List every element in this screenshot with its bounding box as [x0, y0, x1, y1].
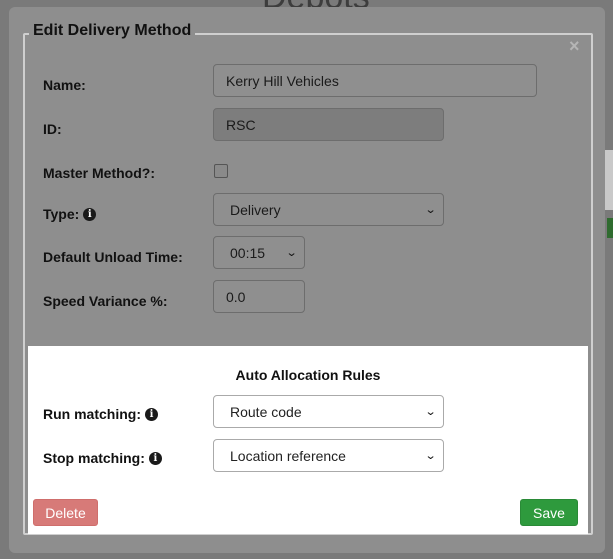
type-label: Type: i — [43, 206, 97, 222]
chevron-down-icon: ⌄ — [424, 204, 437, 216]
id-label: ID: — [43, 121, 62, 137]
name-label: Name: — [43, 77, 86, 93]
info-icon[interactable]: i — [148, 451, 162, 465]
edit-delivery-method-dialog: Edit Delivery Method × Name: Kerry Hill … — [9, 7, 605, 553]
save-button[interactable]: Save — [520, 499, 578, 526]
type-select[interactable]: Delivery ⌄ — [213, 193, 444, 226]
unload-time-select[interactable]: 00:15 ⌄ — [213, 236, 305, 269]
auto-allocation-title: Auto Allocation Rules — [235, 367, 381, 383]
unload-time-label: Default Unload Time: — [43, 249, 183, 265]
run-matching-label: Run matching: i — [43, 406, 158, 422]
run-matching-select[interactable]: Route code ⌄ — [213, 395, 444, 428]
close-icon[interactable]: × — [569, 36, 580, 56]
stop-matching-label: Stop matching: i — [43, 450, 162, 466]
speed-variance-label: Speed Variance %: — [43, 293, 168, 309]
id-input: RSC — [213, 108, 444, 141]
stop-matching-select[interactable]: Location reference ⌄ — [213, 439, 444, 472]
background-panel — [605, 150, 613, 210]
auto-allocation-section: Auto Allocation Rules Run matching: i Ro… — [28, 346, 588, 534]
dialog-title: Edit Delivery Method — [29, 22, 196, 40]
background-accent — [607, 218, 613, 238]
info-icon[interactable]: i — [145, 407, 158, 421]
chevron-down-icon: ⌄ — [424, 406, 437, 418]
chevron-down-icon: ⌄ — [285, 247, 298, 259]
master-method-label: Master Method?: — [43, 165, 155, 181]
name-input[interactable]: Kerry Hill Vehicles — [213, 64, 537, 97]
speed-variance-input[interactable]: 0.0 — [213, 280, 305, 313]
delete-button[interactable]: Delete — [33, 499, 98, 526]
chevron-down-icon: ⌄ — [424, 450, 437, 462]
info-icon[interactable]: i — [83, 207, 97, 221]
master-method-checkbox[interactable] — [214, 164, 228, 178]
